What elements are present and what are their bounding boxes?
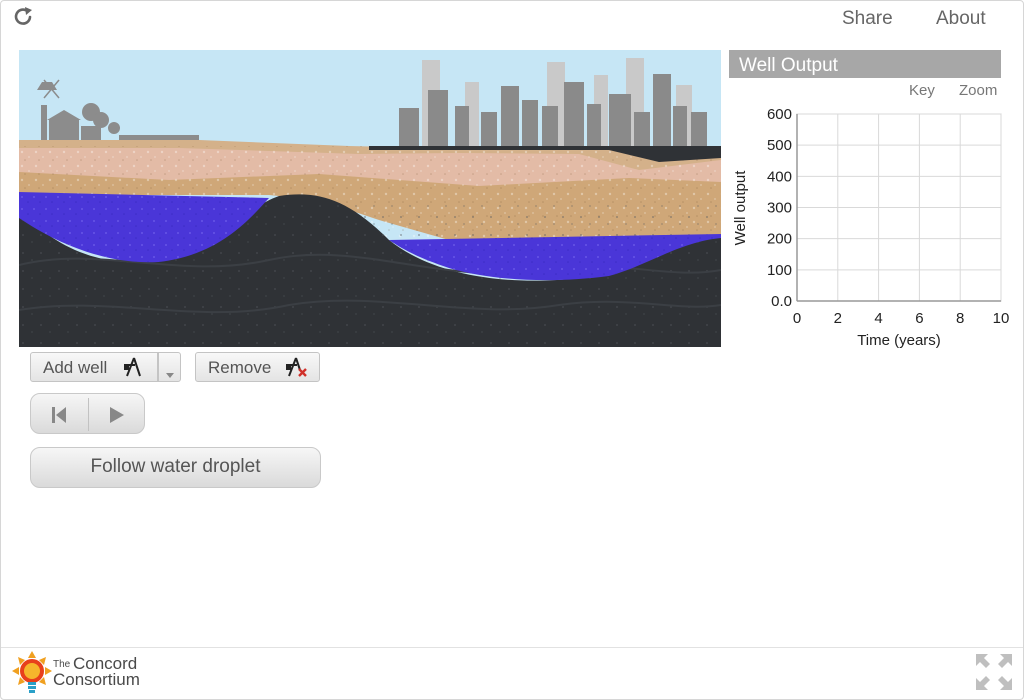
skip-back-icon	[51, 406, 67, 429]
well-output-graph: 600 500 400 300 200 100 0.0 0 2 4 6 8 10 Well outpu…	[728, 100, 1018, 360]
y-tick-label: 0.0	[771, 293, 792, 310]
graph-title: Well Output	[729, 50, 1001, 78]
x-tick-label: 6	[915, 310, 923, 327]
y-tick-label: 100	[767, 262, 792, 279]
x-tick-label: 4	[874, 310, 882, 327]
play-icon	[109, 406, 125, 429]
well-derrick-icon	[123, 356, 145, 383]
y-tick-label: 200	[767, 231, 792, 248]
reload-icon[interactable]	[12, 6, 36, 28]
follow-water-droplet-button[interactable]: Follow water droplet	[30, 447, 321, 488]
x-tick-label: 0	[793, 310, 801, 327]
x-axis-label: Time (years)	[857, 332, 941, 349]
y-tick-label: 400	[767, 168, 792, 185]
lightbulb-logo-icon	[12, 651, 52, 700]
key-link[interactable]: Key	[909, 82, 935, 99]
reset-button[interactable]	[31, 394, 88, 433]
logo-text-consortium: Consortium	[53, 670, 140, 689]
fullscreen-icon[interactable]	[974, 652, 1014, 692]
caret-down-icon	[166, 365, 174, 383]
y-tick-label: 500	[767, 137, 792, 154]
add-well-label: Add well	[43, 358, 108, 377]
remove-well-button[interactable]: Remove	[195, 352, 320, 382]
add-well-button[interactable]: Add well	[30, 352, 158, 382]
about-link[interactable]: About	[936, 8, 986, 30]
playback-controls	[30, 393, 145, 434]
x-tick-label: 10	[993, 310, 1010, 327]
y-tick-label: 300	[767, 200, 792, 217]
y-axis-label: Well output	[732, 170, 749, 246]
logo-text-the: The	[53, 659, 71, 670]
zoom-link[interactable]: Zoom	[959, 82, 997, 99]
share-link[interactable]: Share	[842, 8, 893, 30]
remove-label: Remove	[208, 358, 272, 377]
remove-well-icon	[285, 356, 309, 383]
play-button[interactable]	[89, 394, 144, 433]
add-well-dropdown-button[interactable]	[158, 352, 181, 382]
x-tick-label: 8	[956, 310, 964, 327]
y-tick-label: 600	[767, 106, 792, 123]
groundwater-model-view[interactable]	[19, 50, 721, 347]
x-tick-label: 2	[834, 310, 842, 327]
footer-divider	[1, 647, 1023, 648]
